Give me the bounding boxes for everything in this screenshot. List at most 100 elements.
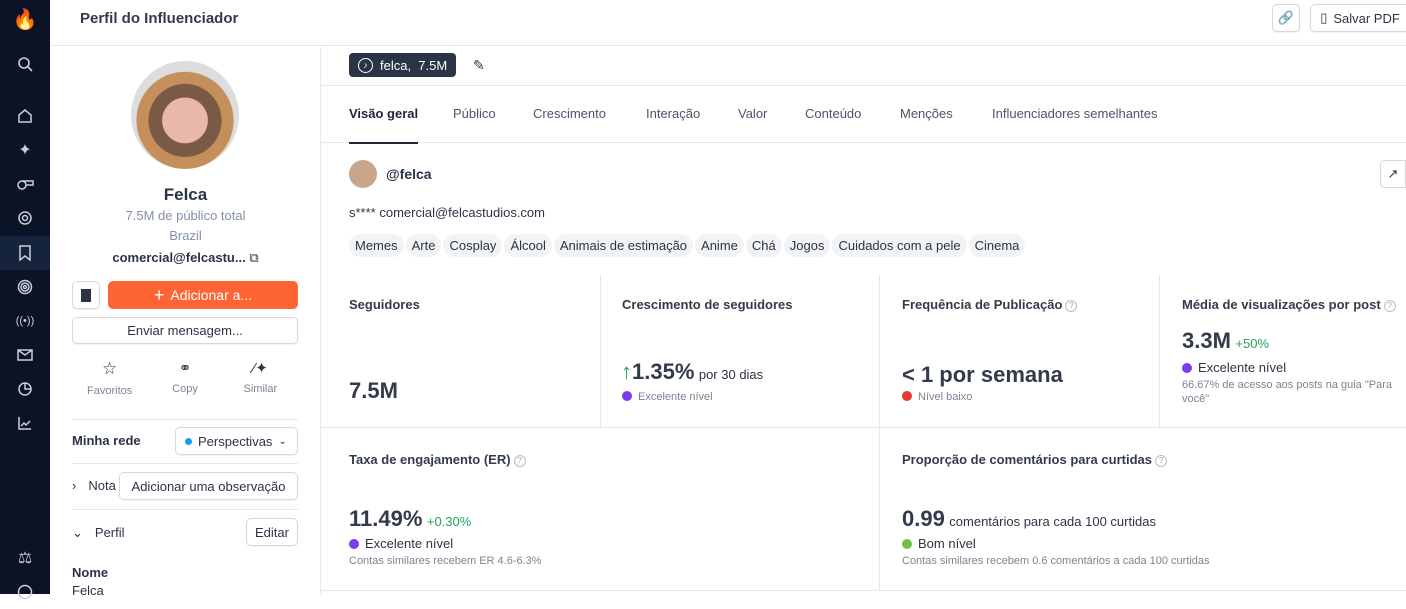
page-title: Perfil do Influenciador bbox=[80, 10, 239, 27]
help-icon[interactable]: ? bbox=[1065, 300, 1078, 312]
bookmark-filled-icon bbox=[81, 288, 91, 302]
tab-mentions[interactable]: Menções bbox=[900, 106, 953, 121]
category-tag[interactable]: Cinema bbox=[968, 234, 1026, 257]
tab-growth[interactable]: Crescimento bbox=[533, 106, 606, 121]
avg-views-card: Média de visualizações por post? 3.3M +5… bbox=[1160, 275, 1406, 428]
engagement-rate-card: Taxa de engajamento (ER)? 11.49% +0.30% … bbox=[321, 428, 880, 591]
scale-icon[interactable]: ⚖ bbox=[0, 541, 50, 575]
level-dot bbox=[622, 391, 632, 401]
category-tag[interactable]: Memes bbox=[349, 234, 404, 257]
follower-growth-card: Crescimento de seguidores ↑1.35% por 30 … bbox=[601, 275, 880, 428]
followers-card: Seguidores 7.5M bbox=[321, 275, 601, 428]
app-sidebar: 🔥 ✦ ((•)) ⚖ bbox=[0, 0, 50, 600]
country: Brazil bbox=[169, 228, 202, 243]
category-tag[interactable]: Animais de estimação bbox=[553, 234, 694, 257]
divider bbox=[72, 419, 298, 420]
mail-icon[interactable] bbox=[0, 338, 50, 372]
divider bbox=[72, 463, 298, 464]
similar-action[interactable]: ⁄✦ Similar bbox=[223, 359, 298, 397]
link-icon: 🔗 bbox=[1277, 10, 1295, 25]
chevron-down-icon: ⌄ bbox=[278, 435, 287, 447]
category-tag[interactable]: Arte bbox=[405, 234, 442, 257]
posting-frequency-card: Frequência de Publicação? < 1 por semana… bbox=[880, 275, 1160, 428]
whistle-icon[interactable] bbox=[0, 167, 50, 201]
bookmark-icon[interactable] bbox=[0, 236, 50, 270]
category-tag[interactable]: Chá bbox=[745, 234, 782, 257]
edit-button[interactable]: Editar bbox=[246, 518, 298, 546]
tab-audience[interactable]: Público bbox=[453, 106, 496, 121]
account-handle[interactable]: @felca bbox=[386, 166, 432, 182]
copy-action[interactable]: ⚭ Copy bbox=[147, 359, 222, 397]
link-icon: ⚭ bbox=[178, 360, 192, 377]
profile-name: Felca bbox=[163, 185, 208, 204]
copy-icon[interactable]: ⧉ bbox=[249, 250, 258, 265]
network-select[interactable]: Perspectivas ⌄ bbox=[175, 427, 298, 455]
magic-wand-icon: ⁄✦ bbox=[252, 360, 268, 377]
broadcast-icon[interactable]: ((•)) bbox=[0, 304, 50, 338]
category-tag[interactable]: Álcool bbox=[504, 234, 552, 257]
account-chip[interactable]: ♪ felca, 7.5M bbox=[349, 53, 457, 77]
name-label: Nome bbox=[72, 565, 109, 580]
tab-interaction[interactable]: Interação bbox=[646, 106, 700, 121]
search-icon[interactable] bbox=[0, 47, 50, 81]
category-tag[interactable]: Jogos bbox=[783, 234, 831, 257]
chevron-right-icon: › bbox=[72, 478, 77, 493]
divider bbox=[72, 509, 298, 510]
radar-icon[interactable] bbox=[0, 270, 50, 304]
add-note-button[interactable]: Adicionar uma observação bbox=[119, 472, 298, 500]
help-icon[interactable] bbox=[0, 575, 50, 609]
save-pdf-button[interactable]: ▯ Salvar PDF bbox=[1310, 4, 1406, 32]
tab-bar: Visão geral Público Crescimento Interaçã… bbox=[321, 85, 1406, 144]
logo-flame-icon[interactable]: 🔥 bbox=[0, 2, 50, 36]
pdf-file-icon: ▯ bbox=[1320, 10, 1328, 25]
help-icon[interactable]: ? bbox=[1383, 300, 1396, 312]
blue-dot bbox=[185, 437, 192, 445]
level-dot bbox=[902, 391, 912, 401]
main-content: ♪ felca, 7.5M ✎ Visão geral Público Cresc… bbox=[321, 47, 1406, 594]
bookmark-button[interactable] bbox=[72, 281, 100, 309]
favorites-action[interactable]: ☆ Favoritos bbox=[72, 359, 147, 397]
copy-link-button[interactable]: 🔗 bbox=[1272, 4, 1300, 32]
star-icon: ☆ bbox=[102, 359, 118, 378]
arrow-up-icon: ↑ bbox=[621, 359, 632, 384]
quick-actions: ☆ Favoritos ⚭ Copy ⁄✦ Similar bbox=[72, 359, 298, 397]
name-value: Felca bbox=[72, 583, 104, 598]
help-icon[interactable]: ? bbox=[513, 455, 526, 467]
avatar bbox=[131, 61, 239, 169]
level-dot bbox=[1182, 363, 1192, 373]
comment-like-ratio-card: Proporção de comentários para curtidas? … bbox=[880, 428, 1406, 591]
level-dot bbox=[902, 539, 912, 549]
page-header: Perfil do Influenciador 🔗 ▯ Salvar PDF bbox=[50, 0, 1406, 46]
home-icon[interactable] bbox=[0, 99, 50, 133]
tab-overview[interactable]: Visão geral bbox=[349, 106, 419, 144]
plus-icon: + bbox=[153, 284, 165, 305]
chevron-down-icon: ⌄ bbox=[72, 525, 83, 540]
tab-similar[interactable]: Influenciadores semelhantes bbox=[992, 106, 1158, 121]
followers-value: 7.5M bbox=[349, 378, 398, 403]
category-tag[interactable]: Cosplay bbox=[443, 234, 503, 257]
trend-chart-icon[interactable] bbox=[0, 406, 50, 440]
email: comercial@felcastu... ⧉ bbox=[112, 250, 259, 265]
profile-section-toggle[interactable]: ⌄ Perfil bbox=[72, 525, 125, 541]
category-tag[interactable]: Cuidados com a pele bbox=[832, 234, 967, 257]
sparkles-icon[interactable]: ✦ bbox=[0, 133, 50, 167]
tiktok-icon: ♪ bbox=[358, 57, 373, 73]
network-label: Minha rede bbox=[72, 433, 141, 448]
tab-content[interactable]: Conteúdo bbox=[805, 106, 861, 121]
level-dot bbox=[349, 539, 359, 549]
target-icon[interactable] bbox=[0, 201, 50, 235]
external-link-icon[interactable]: ↗ bbox=[1380, 160, 1406, 188]
audience-total: 7.5M de público total bbox=[125, 208, 246, 223]
tab-value[interactable]: Valor bbox=[738, 106, 767, 121]
add-to-list-button[interactable]: + Adicionar a... bbox=[108, 281, 298, 309]
help-icon[interactable]: ? bbox=[1154, 455, 1167, 467]
pie-chart-icon[interactable] bbox=[0, 372, 50, 406]
send-message-button[interactable]: Enviar mensagem... bbox=[72, 317, 298, 344]
edit-pencil-icon[interactable]: ✎ bbox=[473, 57, 485, 74]
notes-toggle[interactable]: › Nota bbox=[72, 478, 116, 493]
account-email: s**** comercial@felcastudios.com bbox=[349, 205, 545, 220]
category-tag[interactable]: Anime bbox=[695, 234, 744, 257]
account-avatar bbox=[349, 160, 377, 188]
category-tags: Memes Arte Cosplay Álcool Animais de estimaç… bbox=[349, 234, 1349, 257]
profile-panel: Felca 7.5M de público total Brazil comer… bbox=[50, 47, 321, 598]
